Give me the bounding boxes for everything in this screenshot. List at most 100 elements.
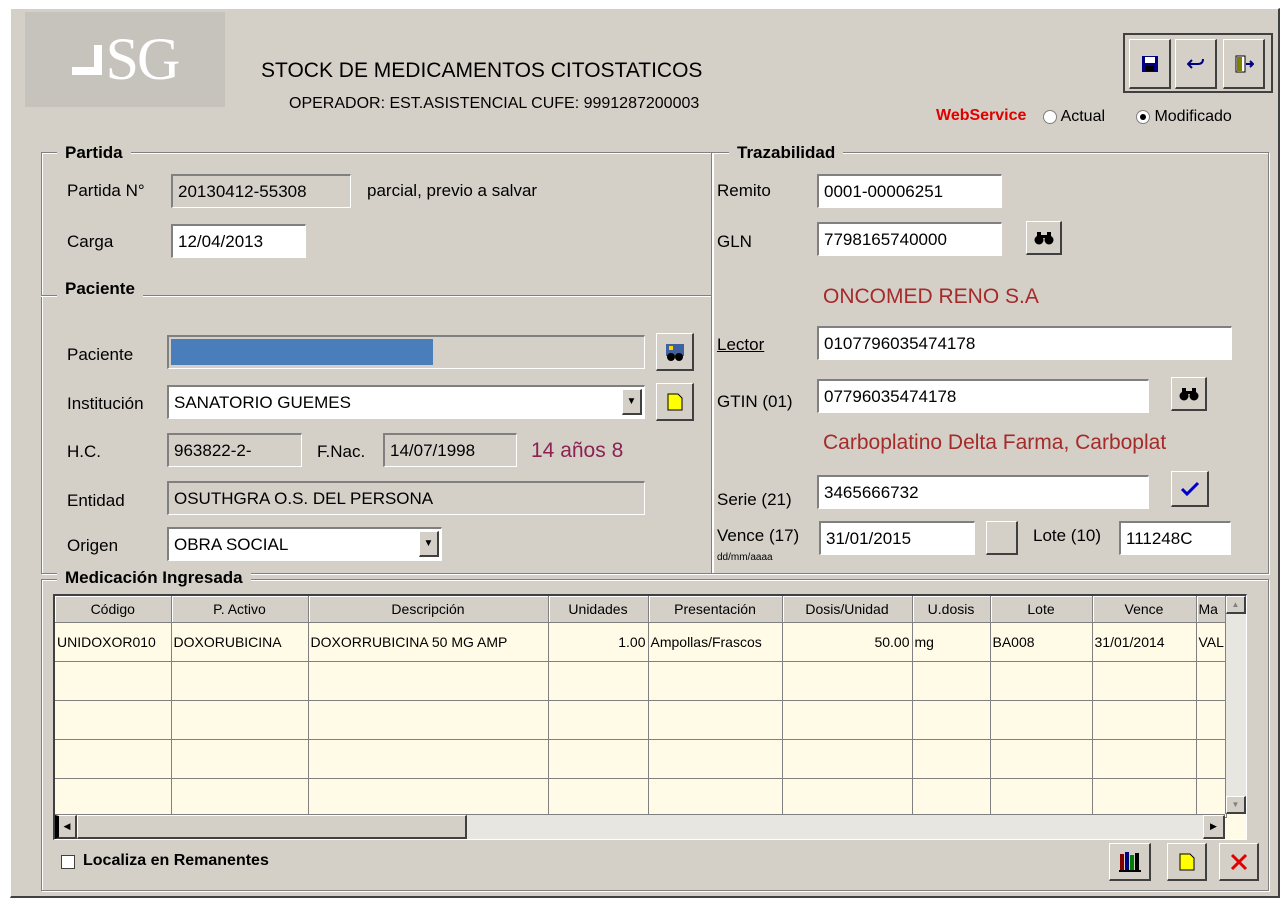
col-header[interactable]: Vence <box>1092 596 1197 623</box>
lote-field[interactable]: 111248C <box>1119 521 1231 555</box>
gln-label: GLN <box>717 232 752 251</box>
table-row[interactable] <box>55 700 1227 740</box>
institucion-select[interactable]: SANATORIO GUEMES ▼ <box>167 385 645 419</box>
table-cell[interactable]: mg <box>912 622 991 662</box>
horizontal-scrollbar[interactable]: ◀ ▶ <box>55 814 1225 839</box>
binoculars-icon <box>1179 387 1198 400</box>
scroll-up-button[interactable]: ▲ <box>1226 596 1246 614</box>
undo-button[interactable] <box>1175 39 1217 89</box>
vence-field[interactable]: 31/01/2015 <box>819 521 975 555</box>
nuevo-button[interactable] <box>1167 843 1207 881</box>
table-cell[interactable]: 50.00 <box>782 622 913 662</box>
table-header-row: Código P. Activo Descripción Unidades Pr… <box>55 596 1227 623</box>
radio-actual-label: Actual <box>1060 108 1106 125</box>
paciente-field[interactable] <box>167 335 645 369</box>
table-row[interactable]: UNIDOXOR010 DOXORUBICINA DOXORRUBICINA 5… <box>55 622 1227 662</box>
save-icon <box>1141 55 1158 72</box>
entidad-field: OSUTHGRA O.S. DEL PERSONA <box>167 481 645 515</box>
institucion-value: SANATORIO GUEMES <box>174 393 351 412</box>
scroll-thumb[interactable] <box>77 815 467 839</box>
entidad-label: Entidad <box>67 491 125 510</box>
logo-mark <box>71 44 102 75</box>
paciente-selection <box>171 339 433 365</box>
buscar-gtin-button[interactable] <box>1171 377 1207 411</box>
undo-icon <box>1186 58 1204 69</box>
partida-numero-field: 20130412-55308 <box>171 174 351 208</box>
gln-field[interactable]: 7798165740000 <box>817 222 1002 256</box>
edad-text: 14 años 8 <box>531 439 624 462</box>
radio-modificado-label: Modificado <box>1154 108 1232 125</box>
buscar-gln-button[interactable] <box>1026 221 1062 255</box>
col-header[interactable]: U.dosis <box>912 596 991 623</box>
table-cell[interactable]: 1.00 <box>548 622 649 662</box>
trazabilidad-group <box>711 152 1269 574</box>
col-header[interactable]: Descripción <box>308 596 549 623</box>
lector-label: Lector <box>717 335 765 354</box>
radio-modificado-circle[interactable] <box>1136 109 1150 124</box>
eliminar-button[interactable] <box>1219 843 1259 881</box>
scroll-right-button[interactable]: ▶ <box>1203 815 1225 839</box>
buscar-paciente-button[interactable] <box>656 333 694 371</box>
binoculars-icon <box>1034 231 1053 244</box>
scroll-left-button[interactable]: ◀ <box>55 815 77 839</box>
remito-field[interactable]: 0001-00006251 <box>817 174 1002 208</box>
lector-field[interactable]: 0107796035474178 <box>817 326 1232 360</box>
medicacion-table[interactable]: Código P. Activo Descripción Unidades Pr… <box>53 594 1247 840</box>
table-row[interactable] <box>55 778 1227 818</box>
table-cell[interactable]: DOXORUBICINA <box>171 622 309 662</box>
carga-field[interactable]: 12/04/2013 <box>171 224 306 258</box>
col-header[interactable]: Código <box>55 596 172 623</box>
col-header[interactable]: Unidades <box>548 596 649 623</box>
fnac-field: 14/07/1998 <box>383 433 517 467</box>
serie-label: Serie (21) <box>717 490 792 509</box>
remito-label: Remito <box>717 181 771 200</box>
gln-nombre: ONCOMED RENO S.A <box>823 285 1039 308</box>
lote-label: Lote (10) <box>1033 526 1102 545</box>
webservice-label: WebService <box>936 107 1027 124</box>
radio-actual[interactable]: Actual <box>1043 108 1105 126</box>
save-button[interactable] <box>1129 39 1171 89</box>
col-header[interactable]: Ma <box>1196 596 1227 623</box>
table-cell[interactable]: UNIDOXOR010 <box>55 622 172 662</box>
scroll-down-button[interactable]: ▼ <box>1226 796 1246 814</box>
table-cell[interactable]: 31/01/2014 <box>1092 622 1197 662</box>
confirmar-serie-button[interactable] <box>1171 471 1209 507</box>
books-icon <box>1118 851 1141 872</box>
logo-text: SG <box>105 26 181 92</box>
new-document-icon <box>667 393 682 410</box>
table-cell[interactable]: VAL <box>1196 622 1227 662</box>
table-cell[interactable]: Ampollas/Frascos <box>648 622 783 662</box>
exit-button[interactable] <box>1223 39 1265 89</box>
origen-dropdown-arrow[interactable]: ▼ <box>419 531 439 557</box>
nueva-institucion-button[interactable] <box>656 383 694 421</box>
delete-x-icon <box>1230 853 1247 870</box>
vence-label: Vence (17) <box>717 526 800 545</box>
vertical-scrollbar[interactable]: ▲ ▼ <box>1225 596 1246 814</box>
origen-select[interactable]: OBRA SOCIAL ▼ <box>167 527 442 561</box>
paciente-title: Paciente <box>57 279 143 299</box>
fnac-label: F.Nac. <box>317 442 366 461</box>
radio-actual-circle[interactable] <box>1043 109 1057 124</box>
hc-field: 963822-2- <box>167 433 302 467</box>
serie-field[interactable]: 3465666732 <box>817 475 1149 509</box>
table-cell[interactable]: DOXORRUBICINA 50 MG AMP <box>308 622 549 662</box>
gtin-field[interactable]: 07796035474178 <box>817 379 1149 413</box>
localiza-checkbox[interactable] <box>61 855 75 869</box>
estante-button[interactable] <box>1109 843 1151 881</box>
col-header[interactable]: Dosis/Unidad <box>782 596 913 623</box>
radio-modificado[interactable]: Modificado <box>1136 108 1232 126</box>
operator-info: OPERADOR: EST.ASISTENCIAL CUFE: 99912872… <box>289 95 700 112</box>
col-header[interactable]: Presentación <box>648 596 783 623</box>
table-row[interactable] <box>55 739 1227 779</box>
table-cell[interactable]: BA008 <box>990 622 1093 662</box>
col-header[interactable]: P. Activo <box>171 596 309 623</box>
institucion-dropdown-arrow[interactable]: ▼ <box>622 389 642 415</box>
localiza-label: Localiza en Remanentes <box>83 852 269 869</box>
main-window: SG STOCK DE MEDICAMENTOS CITOSTATICOS OP… <box>10 8 1280 898</box>
calendario-button[interactable] <box>986 521 1018 555</box>
col-header[interactable]: Lote <box>990 596 1093 623</box>
checkmark-icon <box>1180 481 1199 496</box>
table-row[interactable] <box>55 661 1227 701</box>
institucion-label: Institución <box>67 394 144 413</box>
new-document-icon <box>1179 853 1194 870</box>
